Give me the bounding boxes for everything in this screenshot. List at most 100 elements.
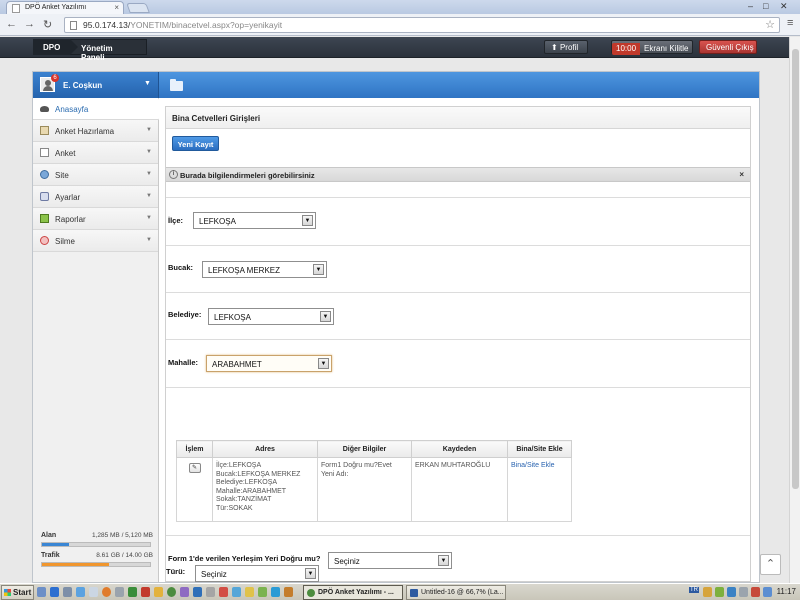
page-scrollbar[interactable] xyxy=(789,37,800,583)
tray-icon[interactable] xyxy=(739,587,748,597)
ie-icon[interactable] xyxy=(50,587,59,597)
folder-icon[interactable] xyxy=(170,79,183,91)
chrome-icon[interactable] xyxy=(167,587,176,597)
tray-icon[interactable] xyxy=(703,587,712,597)
bookmark-star-icon[interactable]: ☆ xyxy=(765,18,775,31)
new-record-button[interactable]: Yeni Kayıt xyxy=(172,136,219,151)
tray-icon[interactable] xyxy=(751,587,760,597)
edit-icon[interactable]: ✎ xyxy=(188,463,201,473)
belediye-select[interactable]: LEFKOŞA ▼ xyxy=(208,308,334,325)
task-chrome[interactable]: DPÖ Anket Yazılımı - ... xyxy=(303,585,403,600)
tab-close-icon[interactable]: × xyxy=(114,3,119,12)
back-icon[interactable]: ← xyxy=(6,18,17,30)
scroll-to-top-button[interactable]: ⌃ xyxy=(760,554,781,575)
folder-icon[interactable] xyxy=(154,587,163,597)
col-header-kaydeden: Kaydeden xyxy=(411,440,508,458)
app-icon[interactable] xyxy=(76,587,85,597)
profile-button[interactable]: ⬆ Profil xyxy=(544,40,588,54)
forward-icon[interactable]: → xyxy=(24,18,35,30)
task-photoshop[interactable]: Untitled-16 @ 66,7% (La... xyxy=(406,585,506,600)
app-icon[interactable] xyxy=(180,587,189,597)
skype-icon[interactable] xyxy=(271,587,280,597)
app-icon[interactable] xyxy=(141,587,150,597)
browser-tab[interactable]: DPÖ Anket Yazılımı × xyxy=(6,1,124,14)
maximize-icon[interactable]: □ xyxy=(763,1,768,11)
usage-label: Alan xyxy=(41,532,57,539)
sidebar-item-raporlar[interactable]: Raporlar ▼ xyxy=(33,208,158,230)
col-header-islem: İşlem xyxy=(176,440,213,458)
info-bar: i Burada bilgilendirmeleri görebilirsini… xyxy=(166,167,750,182)
dropdown-arrow-icon: ▼ xyxy=(313,264,324,275)
notification-badge: 6 xyxy=(51,74,59,82)
caret-down-icon: ▼ xyxy=(146,215,152,221)
dropdown-arrow-icon: ▼ xyxy=(438,555,449,566)
app-icon[interactable] xyxy=(193,587,202,597)
sidebar-item-site[interactable]: Site ▼ xyxy=(33,164,158,186)
close-window-icon[interactable]: ✕ xyxy=(780,1,788,12)
user-name: E. Coşkun xyxy=(63,81,103,90)
app-icon[interactable] xyxy=(115,587,124,597)
sidebar-item-label: Ayarlar xyxy=(55,193,81,202)
reload-icon[interactable]: ↻ xyxy=(43,18,52,31)
scrollbar-thumb[interactable] xyxy=(792,49,799,489)
box-icon xyxy=(40,126,49,135)
language-indicator[interactable]: TR xyxy=(689,587,699,593)
sidebar-item-ayarlar[interactable]: Ayarlar ▼ xyxy=(33,186,158,208)
breadcrumb-panel[interactable]: Yönetim Paneli xyxy=(70,39,147,62)
sidebar-item-silme[interactable]: Silme ▼ xyxy=(33,230,158,252)
divider xyxy=(166,339,750,340)
turu-select[interactable]: Seçiniz ▼ xyxy=(195,565,319,582)
ilce-select[interactable]: LEFKOŞA ▼ xyxy=(193,212,316,229)
page-icon xyxy=(70,21,77,30)
delete-icon xyxy=(40,236,49,245)
browser-toolbar: ← → ↻ 95.0.174.13/YONETIM/binacetvel.asp… xyxy=(0,14,800,36)
add-building-link[interactable]: Bina/Site Ekle xyxy=(511,462,555,469)
sidebar-item-label: Raporlar xyxy=(55,215,86,224)
logout-button[interactable]: Güvenli Çıkış xyxy=(699,40,757,54)
user-menu[interactable]: 6 E. Coşkun ▼ xyxy=(33,72,159,98)
taskbar: Start DPÖ Anket Yazılımı - ... Untitled-… xyxy=(0,583,800,600)
table-row: ✎ İlçe:LEFKOŞA Bucak:LEFKOŞA MERKEZ Bele… xyxy=(176,457,572,522)
mahalle-select[interactable]: ARABAHMET ▼ xyxy=(206,355,332,372)
report-icon xyxy=(40,214,49,223)
dropdown-arrow-icon: ▼ xyxy=(305,568,316,579)
bucak-label: Bucak: xyxy=(168,263,194,272)
bucak-select[interactable]: LEFKOŞA MERKEZ ▼ xyxy=(202,261,327,278)
sidebar-item-anket[interactable]: Anket ▼ xyxy=(33,142,158,164)
app-icon[interactable] xyxy=(284,587,293,597)
app-icon[interactable] xyxy=(232,587,241,597)
sidebar-item-anket-hazirlama[interactable]: Anket Hazırlama ▼ xyxy=(33,120,158,142)
usage-value: 8.61 GB / 14.00 GB xyxy=(96,552,153,559)
lock-screen-button[interactable]: 10:00 Ekranı Kilitle xyxy=(611,40,693,55)
tray-icon[interactable] xyxy=(715,587,724,597)
app-icon[interactable] xyxy=(258,587,267,597)
cell-adres: İlçe:LEFKOŞA Bucak:LEFKOŞA MERKEZ Beledi… xyxy=(212,457,318,522)
close-icon[interactable]: × xyxy=(739,170,744,179)
content-area: Bina Cetvelleri Girişleri Yeni Kayıt i B… xyxy=(165,106,751,582)
caret-down-icon: ▼ xyxy=(146,127,152,133)
sidebar-item-anasayfa[interactable]: Anasayfa xyxy=(33,98,165,120)
wrench-menu-icon[interactable]: ≡ xyxy=(787,17,793,29)
app-icon[interactable] xyxy=(128,587,137,597)
page-title: Bina Cetvelleri Girişleri xyxy=(166,107,750,129)
app-icon[interactable] xyxy=(89,587,98,597)
app-icon[interactable] xyxy=(206,587,215,597)
dropdown-arrow-icon: ▼ xyxy=(318,358,329,369)
breadcrumb-home[interactable]: DPO xyxy=(33,39,71,55)
app-icon[interactable] xyxy=(219,587,228,597)
cell-diger: Form1 Doğru mu?Evet Yeni Adı: xyxy=(317,457,412,522)
tray-icon[interactable] xyxy=(727,587,736,597)
firefox-icon[interactable] xyxy=(102,587,111,597)
app-header: DPO Yönetim Paneli ⬆ Profil 10:00 Ekranı … xyxy=(0,37,800,62)
app-icon[interactable] xyxy=(245,587,254,597)
address-bar[interactable]: 95.0.174.13/YONETIM/binacetvel.aspx?op=y… xyxy=(64,17,780,33)
new-tab-button[interactable] xyxy=(126,3,150,13)
usage-label: Trafik xyxy=(41,552,60,559)
volume-icon[interactable] xyxy=(763,587,772,597)
desktop-icon[interactable] xyxy=(37,587,46,597)
form1-select[interactable]: Seçiniz ▼ xyxy=(328,552,452,569)
minimize-icon[interactable]: – xyxy=(748,1,753,11)
cell-islem: ✎ xyxy=(176,457,213,522)
start-button[interactable]: Start xyxy=(1,585,34,600)
explorer-icon[interactable] xyxy=(63,587,72,597)
